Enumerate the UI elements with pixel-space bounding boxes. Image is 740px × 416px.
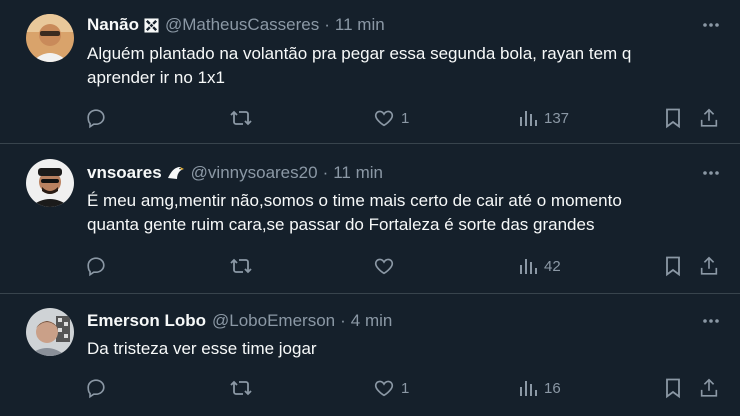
avatar[interactable] [26, 14, 74, 62]
share-icon [700, 378, 718, 397]
timestamp[interactable]: 11 min [335, 15, 385, 35]
bookmark-button[interactable] [663, 254, 683, 278]
view-count: 16 [544, 379, 561, 397]
separator-dot: · [340, 311, 346, 330]
retweet-button[interactable] [229, 106, 253, 130]
tweet-2[interactable]: vnsoares @vinnysoares20 · 11 min É meu a… [0, 144, 740, 293]
tweet-actions: 1 16 [0, 376, 740, 400]
heart-icon [374, 258, 394, 275]
tweet-header: Nanão @MatheusCasseres · 11 min [87, 14, 385, 36]
tweet-header: Emerson Lobo @LoboEmerson · 4 min [87, 310, 392, 332]
tweet-text: Da tristeza ver esse time jogar [87, 337, 712, 361]
display-name[interactable]: vnsoares [87, 163, 162, 183]
timestamp[interactable]: 4 min [351, 311, 393, 331]
share-button[interactable] [698, 106, 720, 130]
tweet-text-line: Da tristeza ver esse time jogar [87, 339, 317, 358]
bookmark-icon [666, 378, 680, 399]
tweet-text: É meu amg,mentir não,somos o time mais c… [87, 189, 712, 237]
tweet-header: vnsoares @vinnysoares20 · 11 min [87, 162, 383, 184]
more-options-icon[interactable] [700, 310, 722, 332]
views-icon [520, 259, 537, 274]
more-options-icon[interactable] [700, 14, 722, 36]
tweet-text-line: Alguém plantado na volantão pra pegar es… [87, 44, 632, 63]
bookmark-button[interactable] [663, 106, 683, 130]
user-handle[interactable]: @vinnysoares20 [191, 163, 318, 183]
view-count: 42 [544, 257, 561, 275]
retweet-button[interactable] [229, 254, 253, 278]
display-name[interactable]: Nanão [87, 15, 139, 35]
like-button[interactable]: 1 [373, 106, 409, 130]
tweet-actions: 42 [0, 254, 740, 278]
like-button[interactable] [373, 254, 401, 278]
like-count: 1 [401, 379, 410, 397]
eagle-icon [167, 165, 185, 181]
views-button[interactable]: 42 [518, 254, 561, 278]
share-icon [700, 108, 718, 127]
tweet-text-line: É meu amg,mentir não,somos o time mais c… [87, 191, 622, 210]
avatar[interactable] [26, 308, 74, 356]
avatar[interactable] [26, 159, 74, 207]
reply-button[interactable] [85, 376, 107, 400]
reply-icon [87, 257, 105, 277]
retweet-icon [230, 380, 252, 396]
reply-button[interactable] [85, 106, 107, 130]
user-handle[interactable]: @LoboEmerson [212, 311, 335, 331]
views-icon [520, 111, 537, 126]
tweet-text-line: aprender ir no 1x1 [87, 68, 225, 87]
tweet-actions: 1 137 [0, 106, 740, 130]
reply-icon [87, 379, 105, 399]
share-icon [700, 256, 718, 275]
retweet-icon [230, 110, 252, 126]
tweet-1[interactable]: Nanão @MatheusCasseres · 11 min Alguém p… [0, 0, 740, 143]
tweet-3[interactable]: Emerson Lobo @LoboEmerson · 4 min Da tri… [0, 294, 740, 416]
heart-icon [374, 380, 394, 397]
views-icon [520, 381, 537, 396]
view-count: 137 [544, 109, 570, 127]
views-button[interactable]: 137 [518, 106, 569, 130]
retweet-icon [230, 258, 252, 274]
separator-dot: · [322, 163, 329, 182]
reply-button[interactable] [85, 254, 107, 278]
retweet-button[interactable] [229, 376, 253, 400]
like-button[interactable]: 1 [373, 376, 409, 400]
bookmark-icon [666, 256, 680, 277]
heart-icon [374, 110, 394, 127]
share-button[interactable] [698, 376, 720, 400]
like-count: 1 [401, 109, 410, 127]
separator-dot: · [324, 15, 330, 34]
tweet-text: Alguém plantado na volantão pra pegar es… [87, 42, 712, 90]
bookmark-icon [666, 108, 680, 129]
share-button[interactable] [698, 254, 720, 278]
reply-icon [87, 109, 105, 129]
more-options-icon[interactable] [700, 162, 722, 184]
display-name[interactable]: Emerson Lobo [87, 311, 206, 331]
vasco-cross-icon [144, 17, 159, 33]
bookmark-button[interactable] [663, 376, 683, 400]
tweet-text-line: quanta gente ruim cara,se passar do Fort… [87, 215, 595, 234]
timeline-feed: Nanão @MatheusCasseres · 11 min Alguém p… [0, 0, 740, 416]
views-button[interactable]: 16 [518, 376, 561, 400]
user-handle[interactable]: @MatheusCasseres [165, 15, 319, 35]
timestamp[interactable]: 11 min [333, 163, 383, 183]
